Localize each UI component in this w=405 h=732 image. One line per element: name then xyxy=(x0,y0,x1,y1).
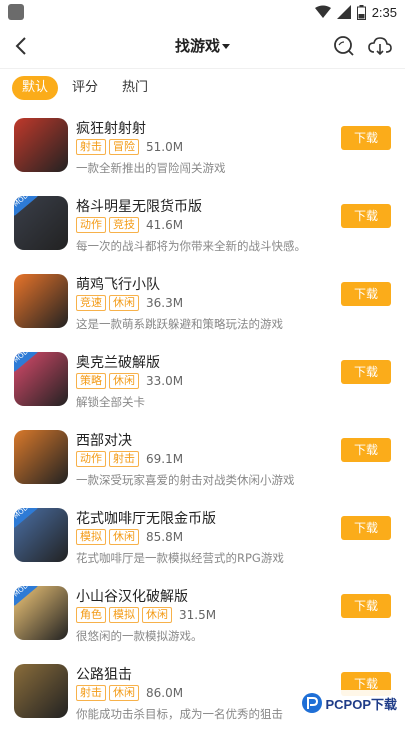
fighter-icon[interactable]: MOD xyxy=(14,196,68,250)
download-button[interactable]: 下载 xyxy=(341,516,391,540)
download-button[interactable]: 下载 xyxy=(341,438,391,462)
app-header: 找游戏 xyxy=(0,24,405,68)
cloud-download-icon[interactable] xyxy=(367,33,393,59)
game-description: 每一次的战斗都将为你带来全新的战斗快感。 xyxy=(76,239,306,253)
game-tag: 模拟 xyxy=(76,529,106,545)
game-tag: 射击 xyxy=(76,139,106,155)
game-size: 36.3M xyxy=(146,296,184,310)
notification-icon xyxy=(8,4,24,20)
game-description: 这是一款萌系跳跃躲避和策略玩法的游戏 xyxy=(76,317,283,331)
game-tag: 模拟 xyxy=(109,607,139,623)
download-button[interactable]: 下载 xyxy=(341,282,391,306)
game-tags: 竞速 休闲 36.3M xyxy=(76,295,183,311)
game-tag: 休闲 xyxy=(109,529,139,545)
wifi-icon xyxy=(314,5,331,18)
watermark-text: PCPOP下载 xyxy=(325,696,397,712)
game-tag: 冒险 xyxy=(109,139,139,155)
game-tag: 角色 xyxy=(76,607,106,623)
game-description: 一款深受玩家喜爱的射击对战类休闲小游戏 xyxy=(76,473,295,487)
game-tag: 竞技 xyxy=(109,217,139,233)
game-size: 41.6M xyxy=(146,218,184,232)
game-list-item[interactable]: 西部对决 动作 射击 69.1M 一款深受玩家喜爱的射击对战类休闲小游戏 下载 xyxy=(0,420,405,498)
game-name[interactable]: 疯狂射射射 xyxy=(76,118,146,138)
sniper-icon[interactable] xyxy=(14,664,68,718)
game-list-item[interactable]: MOD 奥克兰破解版 策略 休闲 33.0M 解锁全部关卡 下载 xyxy=(0,342,405,420)
game-size: 51.0M xyxy=(146,140,184,154)
game-tag: 动作 xyxy=(76,217,106,233)
game-tag: 休闲 xyxy=(109,373,139,389)
game-tag: 休闲 xyxy=(109,685,139,701)
game-tag: 动作 xyxy=(76,451,106,467)
game-size: 85.8M xyxy=(146,530,184,544)
game-size: 86.0M xyxy=(146,686,184,700)
download-button[interactable]: 下载 xyxy=(341,360,391,384)
valley-girl-icon[interactable]: MOD xyxy=(14,586,68,640)
mod-badge: MOD xyxy=(14,352,38,372)
game-size: 33.0M xyxy=(146,374,184,388)
game-tags: 策略 休闲 33.0M xyxy=(76,373,183,389)
game-description: 很悠闲的一款模拟游戏。 xyxy=(76,629,203,643)
game-tags: 射击 冒险 51.0M xyxy=(76,139,183,155)
download-button[interactable]: 下载 xyxy=(341,204,391,228)
game-tag: 竞速 xyxy=(76,295,106,311)
game-tags: 角色 模拟 休闲 31.5M xyxy=(76,607,216,623)
game-name[interactable]: 萌鸡飞行小队 xyxy=(76,274,160,294)
game-tag: 射击 xyxy=(109,451,139,467)
game-description: 一款全新推出的冒险闯关游戏 xyxy=(76,161,226,175)
tab-default[interactable]: 默认 xyxy=(12,76,59,100)
game-list-item[interactable]: MOD 花式咖啡厅无限金币版 模拟 休闲 85.8M 花式咖啡厅是一款模拟经营式的RPG游… xyxy=(0,498,405,576)
game-tags: 动作 竞技 41.6M xyxy=(76,217,183,233)
game-tag: 射击 xyxy=(76,685,106,701)
header-divider xyxy=(0,68,405,69)
game-tag: 休闲 xyxy=(142,607,172,623)
game-size: 31.5M xyxy=(179,608,217,622)
game-size: 69.1M xyxy=(146,452,184,466)
clock: 2:35 xyxy=(371,4,397,20)
cafe-girl-icon[interactable]: MOD xyxy=(14,508,68,562)
game-name[interactable]: 格斗明星无限货币版 xyxy=(76,196,202,216)
game-list-item[interactable]: MOD 小山谷汉化破解版 角色 模拟 休闲 31.5M 很悠闲的一款模拟游戏。 下载 xyxy=(0,576,405,654)
game-list: 疯狂射射射 射击 冒险 51.0M 一款全新推出的冒险闯关游戏 下载 MOD 格斗明星无限货币… xyxy=(0,108,405,732)
game-tag: 策略 xyxy=(76,373,106,389)
download-button[interactable]: 下载 xyxy=(341,126,391,150)
game-description: 花式咖啡厅是一款模拟经营式的RPG游戏 xyxy=(76,551,284,565)
game-tags: 动作 射击 69.1M xyxy=(76,451,183,467)
search-icon[interactable] xyxy=(331,33,357,59)
game-name[interactable]: 花式咖啡厅无限金币版 xyxy=(76,508,216,528)
game-tags: 射击 休闲 86.0M xyxy=(76,685,183,701)
download-button[interactable]: 下载 xyxy=(341,594,391,618)
game-tags: 模拟 休闲 85.8M xyxy=(76,529,183,545)
status-bar: 2:35 xyxy=(0,0,405,24)
sort-tabs: 默认 评分 热门 xyxy=(12,76,158,102)
battery-icon xyxy=(356,4,366,20)
flying-chick-icon[interactable] xyxy=(14,274,68,328)
game-list-item[interactable]: MOD 格斗明星无限货币版 动作 竞技 41.6M 每一次的战斗都将为你带来全新的战斗快感… xyxy=(0,186,405,264)
tab-popular[interactable]: 热门 xyxy=(112,76,158,100)
anime-heroes-icon[interactable] xyxy=(14,118,68,172)
page-title-text: 找游戏 xyxy=(174,37,220,55)
mod-badge: MOD xyxy=(14,508,38,528)
signal-icon xyxy=(336,5,351,19)
game-name[interactable]: 奥克兰破解版 xyxy=(76,352,160,372)
tab-rating[interactable]: 评分 xyxy=(62,76,108,100)
block-face-icon[interactable]: MOD xyxy=(14,352,68,406)
mod-badge: MOD xyxy=(14,586,38,606)
watermark: PCPOP下载 xyxy=(297,690,401,716)
game-name[interactable]: 西部对决 xyxy=(76,430,132,450)
game-list-item[interactable]: 疯狂射射射 射击 冒险 51.0M 一款全新推出的冒险闯关游戏 下载 xyxy=(0,108,405,186)
game-list-item[interactable]: 萌鸡飞行小队 竞速 休闲 36.3M 这是一款萌系跳跃躲避和策略玩法的游戏 下载 xyxy=(0,264,405,342)
game-name[interactable]: 公路狙击 xyxy=(76,664,132,684)
pcpop-logo-icon xyxy=(302,693,323,713)
game-name[interactable]: 小山谷汉化破解版 xyxy=(76,586,188,606)
game-tag: 休闲 xyxy=(109,295,139,311)
cowboy-icon[interactable] xyxy=(14,430,68,484)
chevron-down-icon xyxy=(222,44,230,49)
game-description: 解锁全部关卡 xyxy=(76,395,145,409)
mod-badge: MOD xyxy=(14,196,38,216)
